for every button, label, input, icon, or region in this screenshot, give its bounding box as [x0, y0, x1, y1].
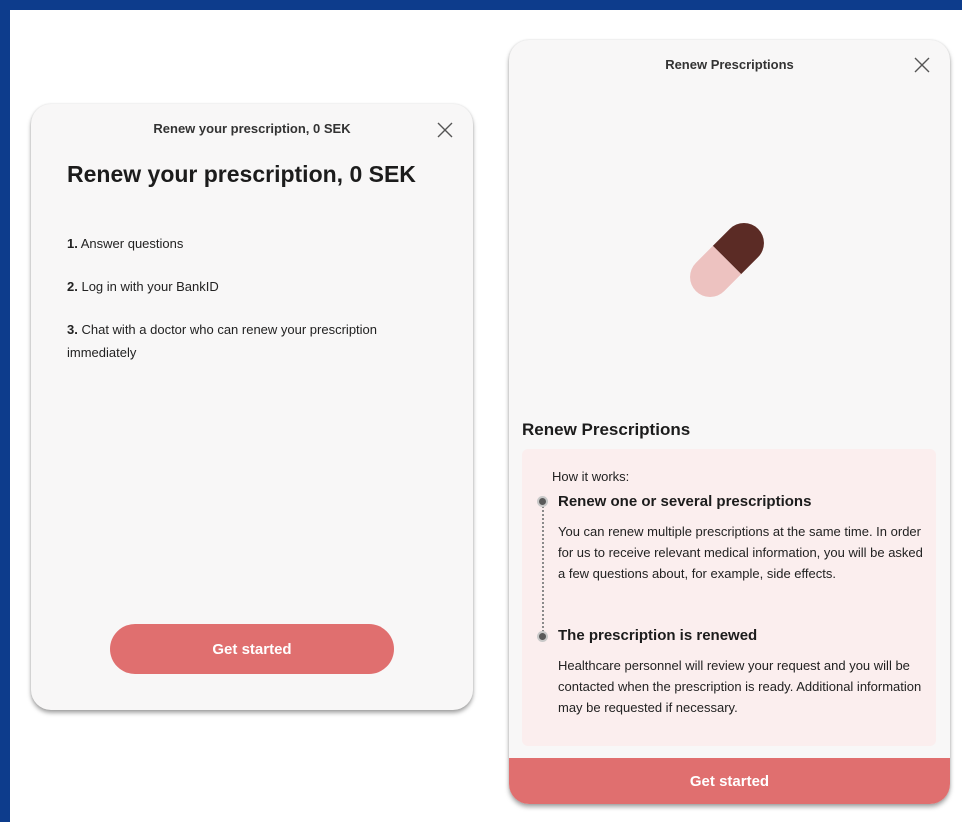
- step-text: Log in with your BankID: [81, 279, 219, 294]
- timeline-item-title: The prescription is renewed: [558, 627, 758, 644]
- close-icon[interactable]: [912, 55, 932, 75]
- timeline-item-title: Renew one or several prescriptions: [558, 493, 812, 510]
- steps-list: 1. Answer questions 2. Log in with your …: [67, 232, 397, 384]
- how-it-works-label: How it works:: [552, 469, 630, 484]
- renew-prescriptions-modal: Renew Prescriptions Renew Prescriptions …: [509, 40, 950, 804]
- step-number: 2.: [67, 279, 78, 294]
- pill-icon: [681, 214, 773, 306]
- step-item: 3. Chat with a doctor who can renew your…: [67, 318, 397, 364]
- timeline-dot: [537, 496, 548, 507]
- step-text: Answer questions: [80, 236, 184, 251]
- modal-heading: Renew your prescription, 0 SEK: [67, 161, 416, 187]
- close-icon[interactable]: [435, 120, 455, 140]
- timeline-connector: [542, 503, 544, 636]
- step-item: 1. Answer questions: [67, 232, 397, 255]
- section-heading: Renew Prescriptions: [522, 420, 691, 439]
- step-text: Chat with a doctor who can renew your pr…: [67, 322, 378, 360]
- get-started-button[interactable]: Get started: [509, 758, 950, 804]
- step-number: 3.: [67, 322, 78, 337]
- modal-header-title: Renew your prescription, 0 SEK: [153, 121, 351, 136]
- modal-header-title: Renew Prescriptions: [665, 57, 794, 72]
- renew-prescription-modal: Renew your prescription, 0 SEK Renew you…: [31, 104, 473, 710]
- timeline-item-text: Healthcare personnel will review your re…: [558, 658, 922, 715]
- timeline-item-text: You can renew multiple prescriptions at …: [558, 524, 923, 581]
- timeline-dot: [537, 631, 548, 642]
- step-item: 2. Log in with your BankID: [67, 275, 397, 298]
- step-number: 1.: [67, 236, 78, 251]
- get-started-button[interactable]: Get started: [110, 624, 394, 674]
